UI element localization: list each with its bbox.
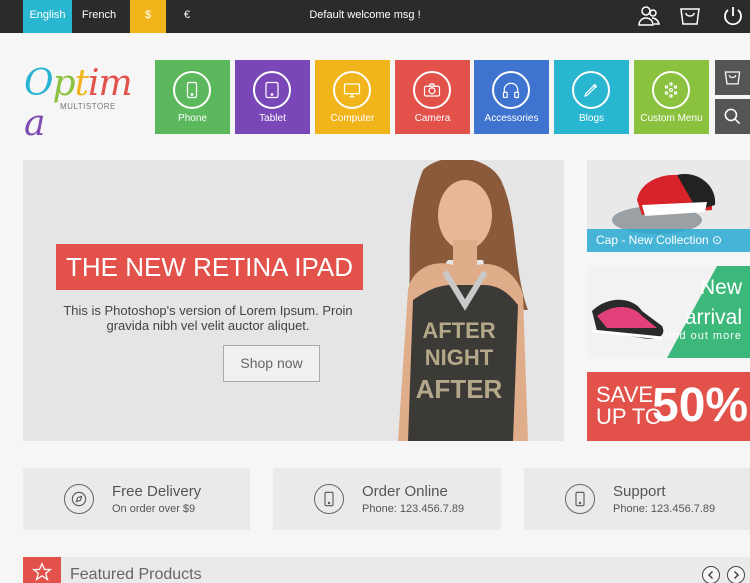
model-photo: AFTER NIGHT AFTER [398,160,528,441]
hero-banner[interactable]: AFTER NIGHT AFTER THE NEW RETINA IPAD Th… [23,160,564,441]
carousel-prev-button[interactable] [702,566,720,583]
star-icon [23,557,61,583]
category-label: Tablet [259,113,286,124]
currency-eur[interactable]: € [170,0,204,33]
promo-new-arrival[interactable]: New arrival find out more [587,266,750,358]
service-support: Support Phone: 123.456.7.89 [524,468,750,530]
category-tile-phone[interactable]: Phone [155,60,230,134]
category-tile-blogs[interactable]: Blogs [554,60,629,134]
category-tile-accessories[interactable]: Accessories [474,60,549,134]
carousel-next-button[interactable] [727,566,745,583]
service-title: Order Online [362,483,448,500]
welcome-message: Default welcome msg ! [309,9,421,21]
category-label: Accessories [484,113,539,124]
category-label: Blogs [578,113,604,124]
logo-letter: a [24,103,45,144]
category-tile-computer[interactable]: Computer [315,60,390,134]
featured-products-title: Featured Products [70,566,202,583]
service-free-delivery: Free Delivery On order over $9 [23,468,250,530]
search-icon [724,108,741,125]
compass-icon [64,484,94,514]
pencil-icon [572,71,610,109]
monitor-icon [333,71,371,109]
mini-cart-button[interactable] [715,60,750,95]
chevron-right-icon [733,570,740,580]
svg-text:AFTER: AFTER [416,374,503,404]
category-label: Computer [330,113,375,124]
banner-description: This is Photoshop's version of Lorem Ips… [43,303,373,333]
new-arrival-line1: New [699,276,742,299]
service-subtitle: Phone: 123.456.7.89 [613,503,716,515]
service-order-online: Order Online Phone: 123.456.7.89 [273,468,501,530]
save-line1: SAVE [596,382,654,407]
category-tile-custom-menu[interactable]: Custom Menu [634,60,709,134]
save-percent: 50% [652,379,749,432]
banner-title: THE NEW RETINA IPAD [56,244,363,290]
category-label: Custom Menu [640,113,703,124]
users-icon[interactable] [637,4,661,28]
service-title: Support [613,483,666,500]
logo-letter: t [74,63,90,104]
promo-save-50[interactable]: SAVE UP TO 50% [587,372,750,441]
logo-letter: i [88,63,99,104]
currency-usd[interactable]: $ [130,0,166,33]
top-bar: English French $ € Default welcome msg ! [0,0,750,33]
camera-icon [413,71,451,109]
chevron-left-icon [707,570,714,580]
svg-text:AFTER: AFTER [422,318,495,343]
logo-letter: O [24,63,53,104]
cap-collection-label: Cap - New Collection ⊙ [587,229,750,252]
banner-description-line2: gravida nibh vel velit auctor aliquet. [106,318,310,333]
cart-icon [724,71,741,85]
promo-cap-collection[interactable]: Cap - New Collection ⊙ [587,160,750,252]
headphones-icon [492,71,530,109]
svg-text:NIGHT: NIGHT [425,345,494,370]
language-english[interactable]: English [23,0,72,33]
logo-tagline: MULTISTORE [60,102,116,111]
shop-now-button[interactable]: Shop now [223,345,320,382]
category-tile-tablet[interactable]: Tablet [235,60,310,134]
cart-icon[interactable] [678,4,702,28]
find-out-more-link[interactable]: find out more [665,330,742,342]
banner-description-line1: This is Photoshop's version of Lorem Ips… [63,303,353,318]
category-tile-camera[interactable]: Camera [395,60,470,134]
featured-products-header: Featured Products [23,557,750,583]
category-label: Phone [178,113,207,124]
service-subtitle: On order over $9 [112,503,196,515]
logo-letter: m [98,63,133,104]
category-label: Camera [414,113,451,124]
new-arrival-line2: arrival [684,306,742,329]
service-title: Free Delivery [112,483,202,500]
phone-icon [565,484,595,514]
dots-circle-icon [652,71,690,109]
store-logo[interactable]: Optim a MULTISTORE [24,63,134,144]
logo-letter: p [52,63,76,104]
search-button[interactable] [715,99,750,134]
phone-icon [314,484,344,514]
tablet-icon [253,71,291,109]
power-icon[interactable] [721,4,745,28]
service-subtitle: Phone: 123.456.7.89 [362,503,465,515]
phone-icon [173,71,211,109]
language-french[interactable]: French [72,0,126,33]
